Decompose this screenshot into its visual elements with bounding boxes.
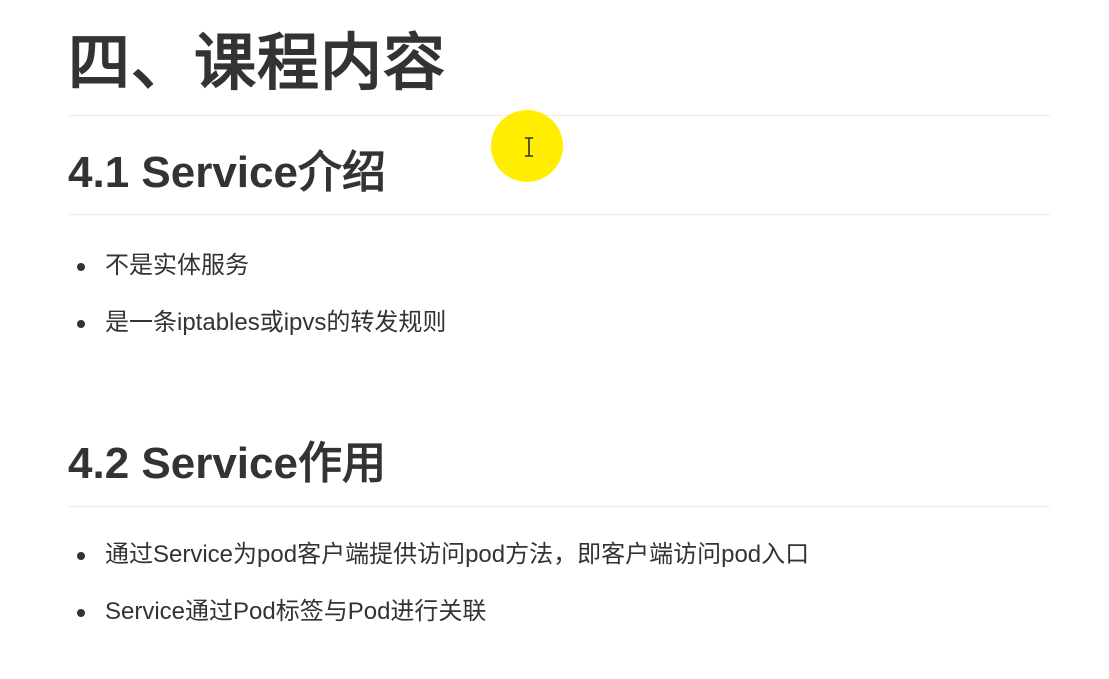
list-item-text: 不是实体服务	[105, 252, 249, 279]
section-heading-service-intro: 4.1 Service介绍	[68, 148, 386, 197]
page-title: 四、课程内容	[68, 29, 447, 98]
document-page: 四、课程内容 4.1 Service介绍 不是实体服务 是一条iptables或…	[68, 0, 1050, 679]
list-item-text: Service通过Pod标签与Pod进行关联	[105, 598, 487, 625]
bullet-list-service-intro: 不是实体服务 是一条iptables或ipvs的转发规则	[68, 245, 446, 359]
list-item: 通过Service为pod客户端提供访问pod方法，即客户端访问pod入口	[68, 534, 809, 591]
bullet-dot-icon	[77, 263, 85, 271]
text-ibeam-cursor-icon	[525, 137, 533, 157]
list-item: 不是实体服务	[68, 245, 446, 302]
section-divider	[68, 506, 1050, 507]
section-divider	[68, 214, 1050, 215]
list-item-text: 是一条iptables或ipvs的转发规则	[105, 309, 447, 336]
list-item-text: 通过Service为pod客户端提供访问pod方法，即客户端访问pod入口	[105, 541, 810, 568]
list-item: Service通过Pod标签与Pod进行关联	[68, 591, 809, 648]
section-heading-service-purpose: 4.2 Service作用	[68, 439, 386, 488]
bullet-dot-icon	[77, 552, 85, 560]
bullet-dot-icon	[77, 320, 85, 328]
list-item: 是一条iptables或ipvs的转发规则	[68, 302, 446, 359]
bullet-list-service-purpose: 通过Service为pod客户端提供访问pod方法，即客户端访问pod入口 Se…	[68, 534, 809, 648]
heading-divider	[68, 115, 1050, 116]
bullet-dot-icon	[77, 609, 85, 617]
